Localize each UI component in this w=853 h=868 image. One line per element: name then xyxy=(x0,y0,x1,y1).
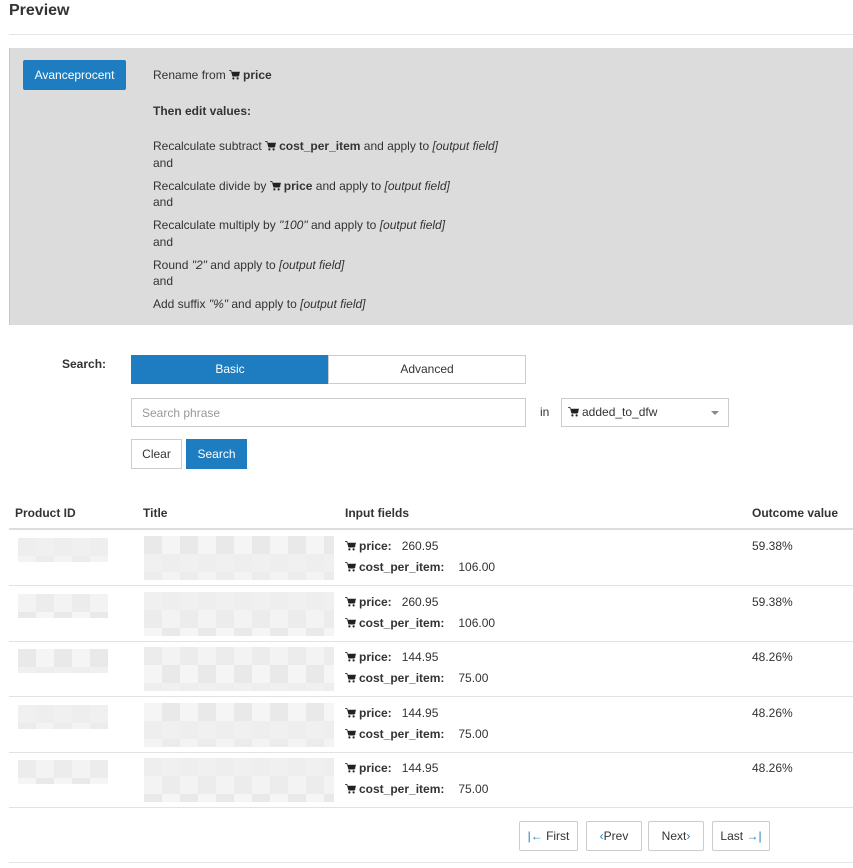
rule-panel: Avanceprocent Rename from price Then edi… xyxy=(9,48,853,325)
redacted-cell xyxy=(144,703,334,747)
rename-field: price xyxy=(243,68,272,82)
in-label: in xyxy=(540,405,550,419)
price-value: 260.95 xyxy=(401,595,439,609)
cart-icon xyxy=(345,541,356,551)
rename-prefix: Rename from xyxy=(153,68,226,82)
input-field-price: price: 260.95 xyxy=(345,539,438,553)
column-header-product-id[interactable]: Product ID xyxy=(15,506,76,520)
redacted-cell xyxy=(144,592,334,636)
cart-icon xyxy=(345,729,356,739)
redacted-cell xyxy=(18,649,108,673)
cart-icon xyxy=(270,181,281,191)
input-field-cost: cost_per_item: 75.00 xyxy=(345,782,488,796)
cart-icon xyxy=(568,407,579,417)
row-divider xyxy=(9,752,853,753)
outcome-value: 48.26% xyxy=(752,761,793,775)
outcome-value: 48.26% xyxy=(752,650,793,664)
cart-icon xyxy=(345,562,356,572)
divider xyxy=(9,862,853,863)
column-header-outcome[interactable]: Outcome value xyxy=(752,506,838,520)
outcome-value: 59.38% xyxy=(752,539,793,553)
next-page-button[interactable]: Next› xyxy=(648,821,704,851)
redacted-cell xyxy=(18,594,108,618)
step-line: Recalculate subtract cost_per_item and a… xyxy=(153,139,498,153)
cart-icon xyxy=(345,673,356,683)
tab-advanced[interactable]: Advanced xyxy=(328,355,526,384)
first-page-button[interactable]: |← First xyxy=(519,821,578,851)
price-value: 144.95 xyxy=(401,761,439,775)
redacted-cell xyxy=(144,647,334,691)
cost-value: 106.00 xyxy=(458,560,496,574)
price-value: 144.95 xyxy=(401,650,439,664)
input-field-cost: cost_per_item: 75.00 xyxy=(345,671,488,685)
field-select[interactable]: added_to_dfw xyxy=(561,398,729,427)
and-label: and xyxy=(153,195,174,209)
redacted-cell xyxy=(144,536,334,580)
cost-value: 75.00 xyxy=(458,727,489,741)
input-field-price: price: 260.95 xyxy=(345,595,438,609)
price-value: 144.95 xyxy=(401,706,439,720)
column-header-input-fields[interactable]: Input fields xyxy=(345,506,409,520)
redacted-cell xyxy=(18,538,108,562)
row-divider xyxy=(9,807,853,808)
last-page-button[interactable]: Last →| xyxy=(712,821,770,851)
cart-icon xyxy=(345,763,356,773)
action-button[interactable]: Avanceprocent xyxy=(23,60,126,90)
cart-icon xyxy=(345,618,356,628)
cart-icon xyxy=(345,652,356,662)
cost-value: 75.00 xyxy=(458,671,489,685)
step-line: Recalculate multiply by "100" and apply … xyxy=(153,218,446,232)
input-field-cost: cost_per_item: 106.00 xyxy=(345,616,495,630)
outcome-value: 48.26% xyxy=(752,706,793,720)
search-button[interactable]: Search xyxy=(186,439,247,469)
cart-icon xyxy=(265,141,276,151)
last-page-icon: →| xyxy=(746,829,762,843)
input-field-price: price: 144.95 xyxy=(345,761,438,775)
field-select-value: added_to_dfw xyxy=(582,405,658,419)
redacted-cell xyxy=(18,705,108,729)
chevron-down-icon xyxy=(711,411,719,415)
row-divider xyxy=(9,641,853,642)
cart-icon xyxy=(229,70,240,80)
step-line: Recalculate divide by price and apply to… xyxy=(153,179,450,193)
prev-page-button[interactable]: ‹Prev xyxy=(586,821,642,851)
search-input[interactable] xyxy=(131,398,526,427)
price-value: 260.95 xyxy=(401,539,439,553)
and-label: and xyxy=(153,235,174,249)
row-divider xyxy=(9,585,853,586)
rename-line: Rename from price xyxy=(153,67,272,83)
input-field-cost: cost_per_item: 106.00 xyxy=(345,560,495,574)
table-header-divider xyxy=(9,528,853,530)
step-line: Add suffix "%" and apply to [output fiel… xyxy=(153,297,366,311)
first-page-icon: |← xyxy=(527,829,543,843)
tab-basic[interactable]: Basic xyxy=(131,355,329,384)
then-edit-heading: Then edit values: xyxy=(153,104,252,118)
input-field-cost: cost_per_item: 75.00 xyxy=(345,727,488,741)
redacted-cell xyxy=(144,758,334,802)
search-label: Search: xyxy=(62,357,107,371)
outcome-value: 59.38% xyxy=(752,595,793,609)
cost-value: 75.00 xyxy=(458,782,489,796)
divider xyxy=(9,34,853,35)
input-field-price: price: 144.95 xyxy=(345,650,438,664)
redacted-cell xyxy=(18,760,108,784)
cart-icon xyxy=(345,708,356,718)
chevron-right-icon: › xyxy=(686,829,691,843)
and-label: and xyxy=(153,274,174,288)
page-title: Preview xyxy=(9,2,70,19)
cart-icon xyxy=(345,784,356,794)
and-label: and xyxy=(153,156,174,170)
input-field-price: price: 144.95 xyxy=(345,706,438,720)
column-header-title[interactable]: Title xyxy=(143,506,167,520)
clear-button[interactable]: Clear xyxy=(131,439,182,469)
row-divider xyxy=(9,696,853,697)
cart-icon xyxy=(345,597,356,607)
cost-value: 106.00 xyxy=(458,616,496,630)
step-line: Round "2" and apply to [output field] xyxy=(153,258,345,272)
